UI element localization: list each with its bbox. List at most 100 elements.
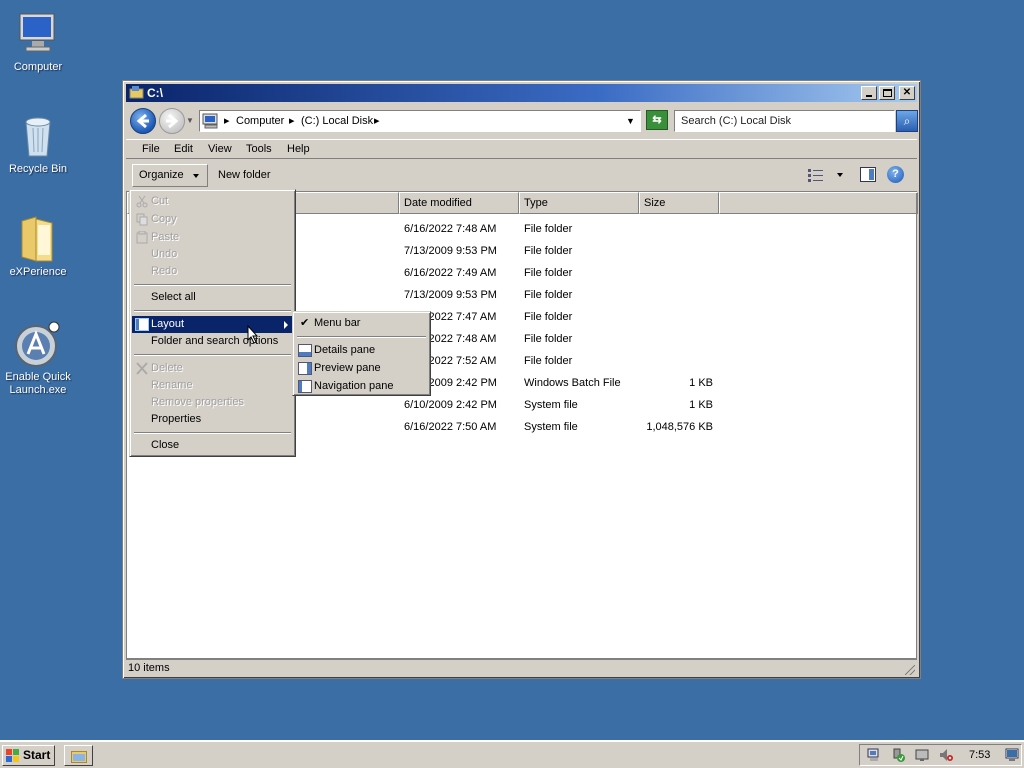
maximize-button[interactable] bbox=[879, 86, 895, 100]
minimize-button[interactable] bbox=[861, 86, 877, 100]
layout-submenu: ✔ Menu bar Details pane Preview pane Nav… bbox=[292, 311, 431, 396]
preview-pane-toggle-icon[interactable] bbox=[860, 167, 876, 182]
explorer-taskbar-button[interactable] bbox=[64, 745, 93, 766]
cell-date-modified: 7/13/2009 9:53 PM bbox=[404, 289, 497, 301]
network-icon[interactable] bbox=[867, 748, 881, 762]
menu-item-label: Menu bar bbox=[314, 317, 361, 329]
menu-item-label: Delete bbox=[151, 362, 183, 374]
close-button[interactable]: ✕ bbox=[899, 86, 915, 100]
menu-item-undo: Undo bbox=[151, 248, 178, 260]
show-desktop-icon[interactable] bbox=[1005, 748, 1019, 762]
menu-item-folder-options[interactable]: Folder and search options bbox=[132, 333, 293, 350]
checkmark-icon: ✔ bbox=[300, 317, 310, 329]
organize-button[interactable]: Organize bbox=[132, 164, 208, 187]
menu-bar: File Edit View Tools Help bbox=[126, 139, 917, 159]
organize-menu: Cut Copy Paste Undo Redo Select all Layo… bbox=[129, 189, 296, 457]
change-view-icon[interactable] bbox=[808, 168, 824, 182]
close-icon: ✕ bbox=[902, 87, 912, 98]
resize-grip-icon[interactable] bbox=[905, 665, 915, 675]
window-title: C:\ bbox=[147, 86, 163, 100]
clock[interactable]: 7:53 bbox=[969, 749, 990, 761]
column-header-size[interactable]: Size bbox=[639, 192, 719, 214]
start-label: Start bbox=[23, 748, 51, 762]
search-input[interactable]: Search (C:) Local Disk bbox=[674, 110, 895, 132]
breadcrumb-computer[interactable]: Computer bbox=[236, 111, 284, 131]
menu-item-label: Preview pane bbox=[314, 362, 381, 374]
cell-type: File folder bbox=[524, 333, 573, 345]
submenu-item-menu-bar[interactable]: ✔ Menu bar bbox=[295, 315, 428, 332]
paste-icon bbox=[136, 231, 148, 244]
cell-date-modified: 6/16/2022 7:48 AM bbox=[404, 223, 497, 235]
cell-date-modified: 6/10/2009 2:42 PM bbox=[404, 399, 497, 411]
breadcrumb-arrow-icon[interactable]: ▸ bbox=[224, 111, 230, 131]
menu-view[interactable]: View bbox=[208, 143, 232, 155]
recent-pages-dropdown[interactable]: ▼ bbox=[186, 116, 194, 125]
menu-item-properties[interactable]: Properties bbox=[132, 411, 293, 428]
menu-edit[interactable]: Edit bbox=[174, 143, 193, 155]
menu-item-layout[interactable]: Layout bbox=[132, 316, 293, 333]
computer-icon bbox=[202, 113, 218, 129]
volume-muted-icon[interactable] bbox=[939, 748, 953, 762]
menu-item-delete: Delete bbox=[132, 360, 293, 377]
cell-size: 1 KB bbox=[689, 399, 713, 411]
menu-item-rename: Rename bbox=[151, 379, 193, 391]
new-folder-button[interactable]: New folder bbox=[218, 169, 271, 181]
cell-date-modified: 6/16/2022 7:50 AM bbox=[404, 421, 497, 433]
menu-separator bbox=[134, 284, 291, 286]
mouse-cursor-icon bbox=[247, 325, 259, 344]
breadcrumb-arrow-icon[interactable]: ▸ bbox=[289, 111, 295, 131]
column-header-type[interactable]: Type bbox=[519, 192, 639, 214]
title-bar[interactable]: C:\ ✕ bbox=[126, 84, 917, 102]
menu-separator bbox=[134, 432, 291, 434]
address-dropdown-icon[interactable]: ▼ bbox=[626, 111, 635, 131]
menu-item-remove-properties: Remove properties bbox=[151, 396, 244, 408]
menu-item-cut: Cut bbox=[132, 193, 293, 210]
menu-tools[interactable]: Tools bbox=[246, 143, 272, 155]
desktop-icon-enable-quick-launch[interactable]: Enable Quick Launch.exe bbox=[0, 320, 76, 397]
app-shortcut-icon bbox=[14, 320, 62, 368]
cell-type: System file bbox=[524, 399, 578, 411]
submenu-item-navigation-pane[interactable]: Navigation pane bbox=[295, 378, 428, 395]
maximize-icon bbox=[883, 89, 892, 97]
forward-arrow-icon bbox=[166, 113, 179, 129]
menu-separator bbox=[134, 354, 291, 356]
breadcrumb-local-disk[interactable]: (C:) Local Disk bbox=[301, 111, 373, 131]
address-bar[interactable]: ▸ Computer ▸ (C:) Local Disk ▸ ▼ bbox=[199, 110, 641, 132]
view-dropdown-icon[interactable] bbox=[837, 173, 843, 177]
navigation-pane-icon bbox=[298, 380, 312, 393]
details-pane-icon bbox=[298, 344, 312, 357]
menu-item-redo: Redo bbox=[151, 265, 178, 277]
cell-type: System file bbox=[524, 421, 578, 433]
back-button[interactable] bbox=[130, 108, 156, 134]
display-icon[interactable] bbox=[915, 748, 929, 762]
desktop-icon-recycle-bin[interactable]: Recycle Bin bbox=[0, 112, 76, 176]
menu-item-select-all[interactable]: Select all bbox=[132, 289, 293, 306]
refresh-button[interactable]: ⇆ bbox=[646, 110, 668, 130]
submenu-arrow-icon bbox=[284, 321, 288, 329]
address-row: ▼ ▸ Computer ▸ (C:) Local Disk ▸ ▼ ⇆ Sea… bbox=[126, 105, 918, 137]
submenu-item-details-pane[interactable]: Details pane bbox=[295, 342, 428, 359]
folder-icon bbox=[71, 751, 87, 763]
cell-type: File folder bbox=[524, 245, 573, 257]
column-header-date[interactable]: Date modified bbox=[399, 192, 519, 214]
search-button[interactable]: ⌕ bbox=[896, 110, 918, 132]
taskbar: Start 7:53 bbox=[0, 740, 1024, 768]
forward-button[interactable] bbox=[159, 108, 185, 134]
desktop-icon-label: eXPerience bbox=[9, 266, 67, 278]
cell-type: Windows Batch File bbox=[524, 377, 621, 389]
refresh-icon: ⇆ bbox=[652, 114, 662, 126]
safely-remove-hardware-icon[interactable] bbox=[891, 748, 905, 762]
desktop-icon-experience[interactable]: eXPerience bbox=[0, 215, 76, 279]
breadcrumb-arrow-icon[interactable]: ▸ bbox=[374, 111, 380, 131]
submenu-item-preview-pane[interactable]: Preview pane bbox=[295, 360, 428, 377]
menu-file[interactable]: File bbox=[142, 143, 160, 155]
menu-help[interactable]: Help bbox=[287, 143, 310, 155]
desktop-icon-label: Computer bbox=[13, 61, 63, 73]
search-icon: ⌕ bbox=[903, 114, 911, 128]
status-bar: 10 items bbox=[126, 659, 917, 677]
start-button[interactable]: Start bbox=[2, 745, 55, 766]
desktop-icon-computer[interactable]: Computer bbox=[0, 10, 76, 74]
menu-item-close[interactable]: Close bbox=[132, 437, 293, 454]
help-icon[interactable]: ? bbox=[887, 166, 904, 183]
copy-icon bbox=[136, 213, 148, 226]
